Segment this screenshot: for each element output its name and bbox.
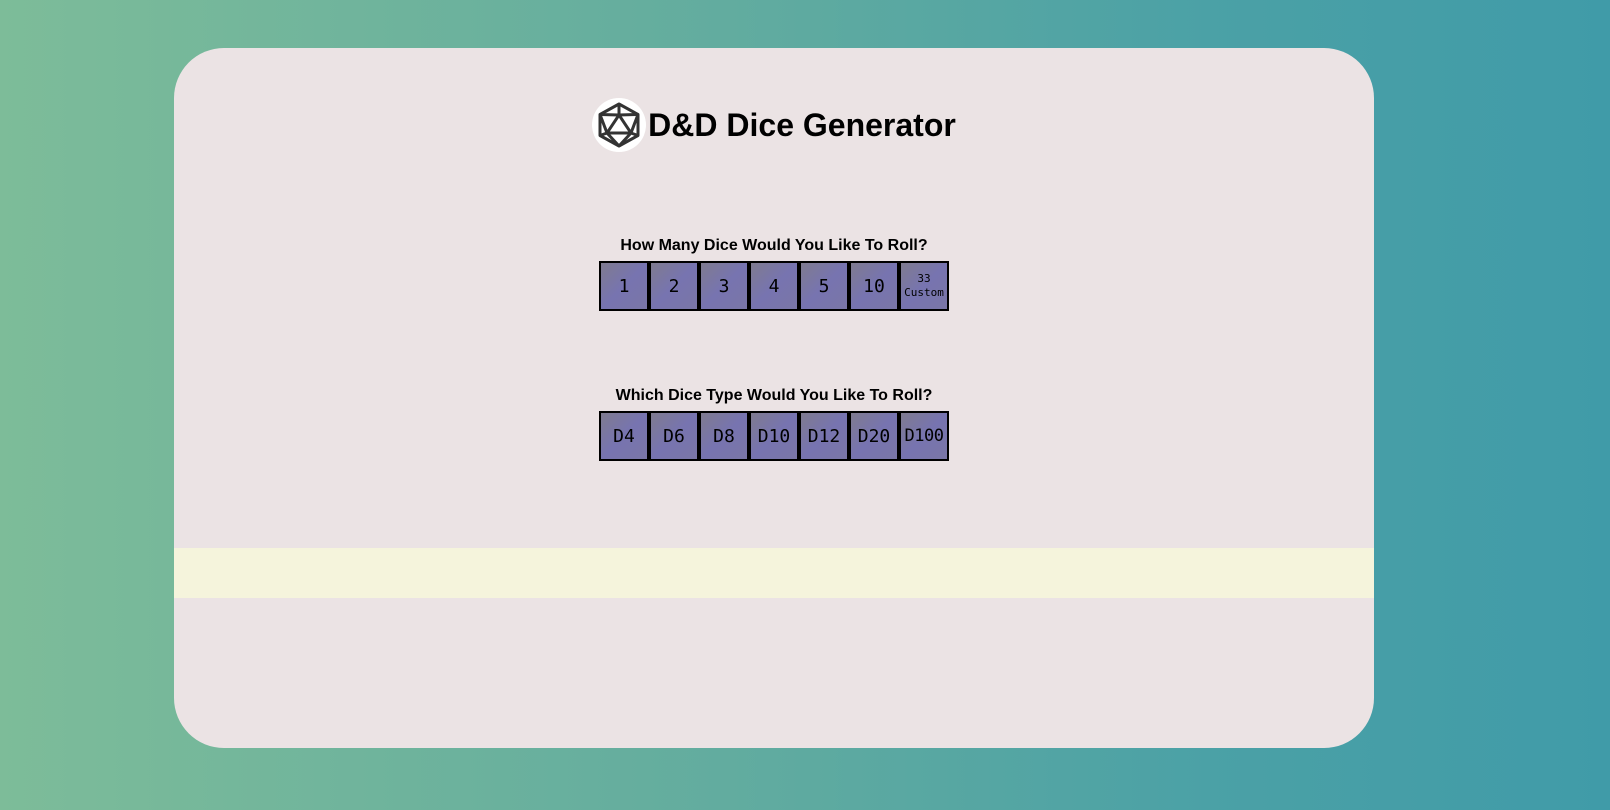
count-custom-button[interactable]: 33 Custom [899, 261, 949, 311]
result-band [174, 548, 1374, 598]
count-button-1[interactable]: 1 [599, 261, 649, 311]
page-title: D&D Dice Generator [648, 106, 956, 143]
dice-type-buttons: D4 D6 D8 D10 D12 D20 D100 [174, 411, 1374, 461]
custom-count-value: 33 [917, 272, 931, 285]
type-button-d100[interactable]: D100 [899, 411, 949, 461]
type-button-d12[interactable]: D12 [799, 411, 849, 461]
custom-count-label: Custom [904, 286, 944, 299]
dice-count-buttons: 1 2 3 4 5 10 33 Custom [174, 261, 1374, 311]
app-card: D&D Dice Generator How Many Dice Would Y… [174, 48, 1374, 748]
d20-icon [592, 98, 647, 152]
count-button-4[interactable]: 4 [749, 261, 799, 311]
type-button-d8[interactable]: D8 [699, 411, 749, 461]
count-button-3[interactable]: 3 [699, 261, 749, 311]
count-button-10[interactable]: 10 [849, 261, 899, 311]
count-button-5[interactable]: 5 [799, 261, 849, 311]
dice-count-section: How Many Dice Would You Like To Roll? 1 … [174, 236, 1374, 311]
type-button-d4[interactable]: D4 [599, 411, 649, 461]
type-button-d20[interactable]: D20 [849, 411, 899, 461]
type-button-d6[interactable]: D6 [649, 411, 699, 461]
count-button-2[interactable]: 2 [649, 261, 699, 311]
dice-type-section: Which Dice Type Would You Like To Roll? … [174, 386, 1374, 461]
app-header: D&D Dice Generator [174, 95, 1374, 155]
dice-count-question: How Many Dice Would You Like To Roll? [620, 237, 928, 254]
type-button-d10[interactable]: D10 [749, 411, 799, 461]
dice-type-question: Which Dice Type Would You Like To Roll? [615, 387, 933, 404]
